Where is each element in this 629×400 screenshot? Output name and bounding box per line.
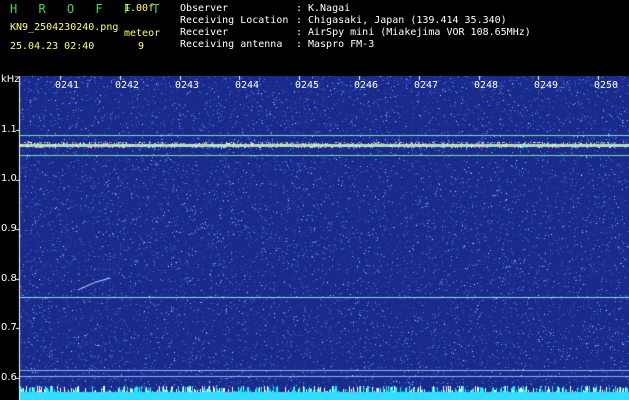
- x-tick-label: 0242: [115, 80, 140, 91]
- x-tick-label: 0244: [235, 80, 260, 91]
- info-label-location: Receiving Location: [180, 15, 289, 26]
- filename-label: KN9_2504230240.png: [10, 22, 119, 33]
- info-colon: :: [296, 15, 303, 26]
- y-tick-label: 0.9: [1, 223, 17, 234]
- x-tick-label: 0249: [534, 80, 559, 91]
- version-label: 1.00f: [124, 3, 155, 14]
- x-tick-label: 0241: [55, 80, 80, 91]
- x-tick-label: 0245: [295, 80, 320, 91]
- info-colon: :: [296, 27, 303, 38]
- info-value-receiver: AirSpy mini (Miakejima VOR 108.65MHz): [308, 27, 531, 38]
- info-label-antenna: Receiving antenna: [180, 39, 283, 50]
- x-tick-label: 0250: [594, 80, 619, 91]
- datetime-label: 25.04.23 02:40: [10, 41, 95, 52]
- x-tick-label: 0247: [414, 80, 439, 91]
- info-value-antenna: Maspro FM-3: [308, 39, 375, 50]
- y-tick-label: 0.7: [1, 322, 17, 333]
- info-colon: :: [296, 3, 303, 14]
- y-axis-unit: kHz: [1, 74, 20, 85]
- x-tick-label: 0243: [175, 80, 200, 91]
- x-tick-label: 0246: [354, 80, 379, 91]
- meteor-count: 9: [138, 41, 145, 52]
- meteor-label: meteor: [124, 28, 161, 39]
- spectrogram-canvas: [0, 76, 629, 400]
- info-value-location: Chigasaki, Japan (139.414 35.340): [308, 15, 507, 26]
- y-tick-label: 0.6: [1, 372, 17, 383]
- x-tick-label: 0248: [474, 80, 499, 91]
- info-label-observer: Observer: [180, 3, 229, 14]
- y-tick-label: 0.8: [1, 273, 17, 284]
- info-label-receiver: Receiver: [180, 27, 229, 38]
- info-value-observer: K.Nagai: [308, 3, 351, 14]
- y-tick-label: 1.0: [1, 173, 17, 184]
- y-tick-label: 1.1: [1, 124, 17, 135]
- info-colon: :: [296, 39, 303, 50]
